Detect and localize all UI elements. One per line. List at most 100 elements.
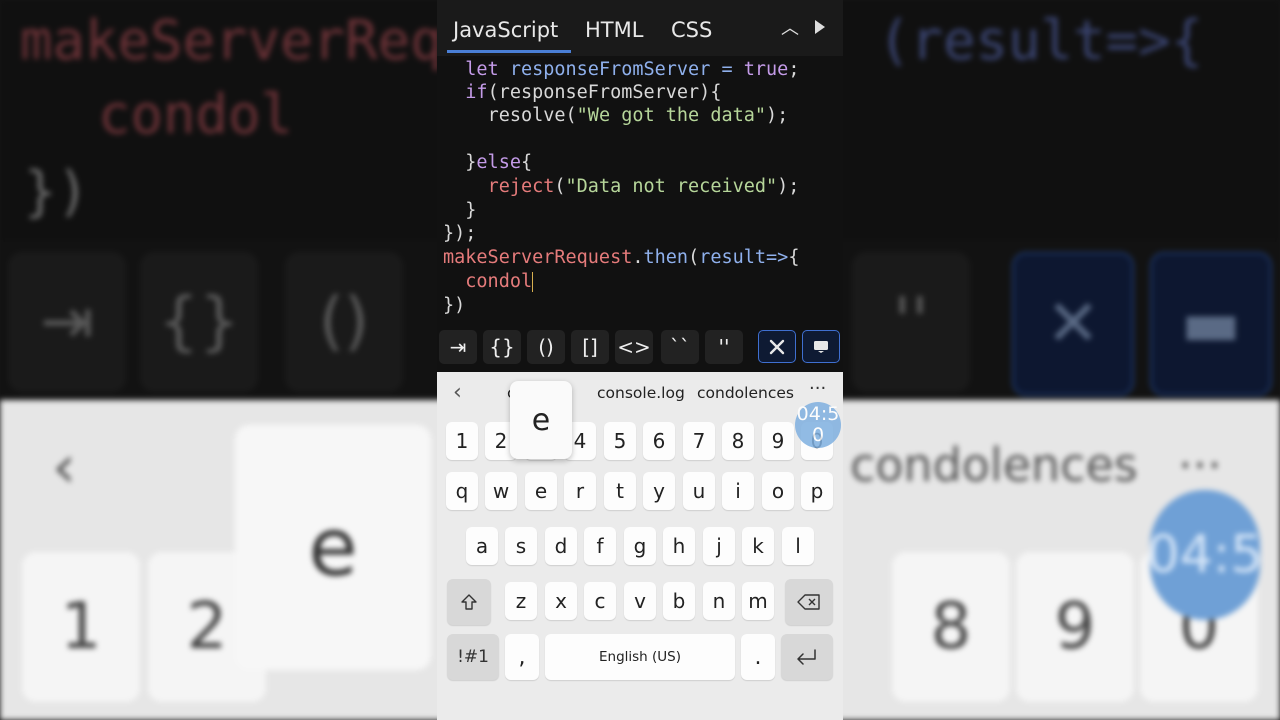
bg-code-line: }) (24, 160, 90, 223)
bg-more-icon: ··· (1178, 438, 1222, 492)
tab-symbol-button[interactable]: ⇥ (439, 330, 477, 364)
code-line-9: makeServerRequest.then(result=>{ (443, 246, 799, 270)
bg-key-9: 9 (1016, 552, 1134, 702)
key-d[interactable]: d (545, 527, 577, 565)
key-k[interactable]: k (742, 527, 774, 565)
key-r[interactable]: r (564, 472, 596, 510)
chevron-left-icon[interactable]: ‹ (453, 380, 462, 405)
tab-html[interactable]: HTML (585, 18, 643, 42)
key-s[interactable]: s (505, 527, 537, 565)
bg-tab-key: ⇥ (8, 252, 126, 392)
code-token: let (465, 59, 510, 80)
brackets-symbol-button[interactable]: [] (571, 330, 609, 364)
key-7[interactable]: 7 (683, 422, 715, 460)
period-key[interactable]: . (741, 634, 775, 680)
key-u[interactable]: u (683, 472, 715, 510)
key-p[interactable]: p (801, 472, 833, 510)
code-token: then (643, 247, 689, 268)
bg-braces-key: {} (140, 252, 258, 392)
suggestion-bar: ‹ c console.log condolences ··· (437, 372, 843, 414)
play-icon[interactable] (815, 20, 825, 34)
key-a[interactable]: a (466, 527, 498, 565)
key-f[interactable]: f (584, 527, 616, 565)
bg-keyboard-icon: ▬ (1150, 252, 1272, 396)
backtick-symbol-button[interactable]: `` (661, 330, 699, 364)
backspace-icon (797, 594, 820, 610)
code-token: "Data not received" (565, 176, 778, 197)
code-token: }) (443, 295, 466, 316)
bg-code-arg: result=> (910, 9, 1171, 72)
key-l[interactable]: l (782, 527, 814, 565)
chevron-up-icon[interactable]: ︿ (779, 14, 801, 40)
key-j[interactable]: j (703, 527, 735, 565)
bg-key-popup: e (235, 425, 431, 670)
key-6[interactable]: 6 (643, 422, 675, 460)
active-tab-indicator (447, 50, 571, 53)
angle-symbol-button[interactable]: <> (615, 330, 653, 364)
code-token: makeServerRequest (443, 247, 633, 268)
code-editor[interactable]: let responseFromServer = true; if(respon… (437, 56, 843, 322)
bg-back-chevron-icon: ‹ (52, 432, 76, 502)
bg-timer-badge: 04:5 (1147, 490, 1263, 620)
editor-tab-bar: JavaScript HTML CSS ︿ (437, 0, 843, 56)
key-8[interactable]: 8 (722, 422, 754, 460)
code-token: ( (565, 105, 577, 126)
suggestion-item[interactable]: condolences (697, 384, 794, 402)
bg-code-line: condol (98, 83, 294, 146)
tab-javascript[interactable]: JavaScript (453, 18, 558, 42)
code-line-2: if(responseFromServer){ (443, 81, 721, 105)
code-token: condol (465, 271, 533, 292)
code-token: resolve (487, 105, 566, 126)
code-line-5: }else{ (443, 151, 532, 175)
timer-text-top: 04:5 (796, 403, 840, 425)
key-c[interactable]: c (584, 582, 616, 620)
quote-symbol-button[interactable]: '' (705, 330, 743, 364)
code-line-1: let responseFromServer = true; (443, 58, 799, 82)
enter-key[interactable] (781, 634, 833, 680)
key-z[interactable]: z (505, 582, 537, 620)
key-w[interactable]: w (485, 472, 517, 510)
code-token: (responseFromServer){ (487, 82, 722, 103)
tab-css[interactable]: CSS (671, 18, 712, 42)
key-b[interactable]: b (663, 582, 695, 620)
code-token: result=> (699, 247, 789, 268)
braces-symbol-button[interactable]: {} (483, 330, 521, 364)
key-e[interactable]: e (525, 472, 557, 510)
key-o[interactable]: o (762, 472, 794, 510)
code-token: ( (688, 247, 700, 268)
shift-key[interactable] (447, 579, 491, 625)
code-token: = (710, 59, 744, 80)
key-g[interactable]: g (624, 527, 656, 565)
key-5[interactable]: 5 (604, 422, 636, 460)
key-h[interactable]: h (663, 527, 695, 565)
code-token: if (465, 82, 488, 103)
key-1[interactable]: 1 (446, 422, 478, 460)
code-token: reject (487, 176, 555, 197)
key-m[interactable]: m (742, 582, 774, 620)
key-v[interactable]: v (624, 582, 656, 620)
shift-icon (461, 594, 477, 610)
bg-key-1: 1 (22, 552, 140, 702)
key-9[interactable]: 9 (762, 422, 794, 460)
code-line-11: }) (443, 294, 465, 318)
suggestion-item[interactable]: console.log (597, 384, 685, 402)
symbols-key[interactable]: !#1 (447, 634, 499, 680)
timer-text-bottom: 0 (811, 424, 825, 446)
parens-symbol-button[interactable]: () (527, 330, 565, 364)
comma-key[interactable]: , (505, 634, 539, 680)
key-n[interactable]: n (703, 582, 735, 620)
key-i[interactable]: i (722, 472, 754, 510)
space-key[interactable]: English (US) (545, 634, 735, 680)
key-y[interactable]: y (643, 472, 675, 510)
key-x[interactable]: x (545, 582, 577, 620)
tools-icon[interactable] (758, 330, 796, 363)
bg-tools-icon: ✕ (1012, 252, 1134, 396)
key-q[interactable]: q (446, 472, 478, 510)
keyboard-icon[interactable] (802, 330, 840, 363)
bg-parens-key: () (285, 252, 403, 392)
backspace-key[interactable] (785, 579, 833, 625)
code-token: ); (777, 176, 800, 197)
more-icon[interactable]: ··· (809, 378, 826, 399)
code-token: } (465, 200, 477, 221)
key-t[interactable]: t (604, 472, 636, 510)
